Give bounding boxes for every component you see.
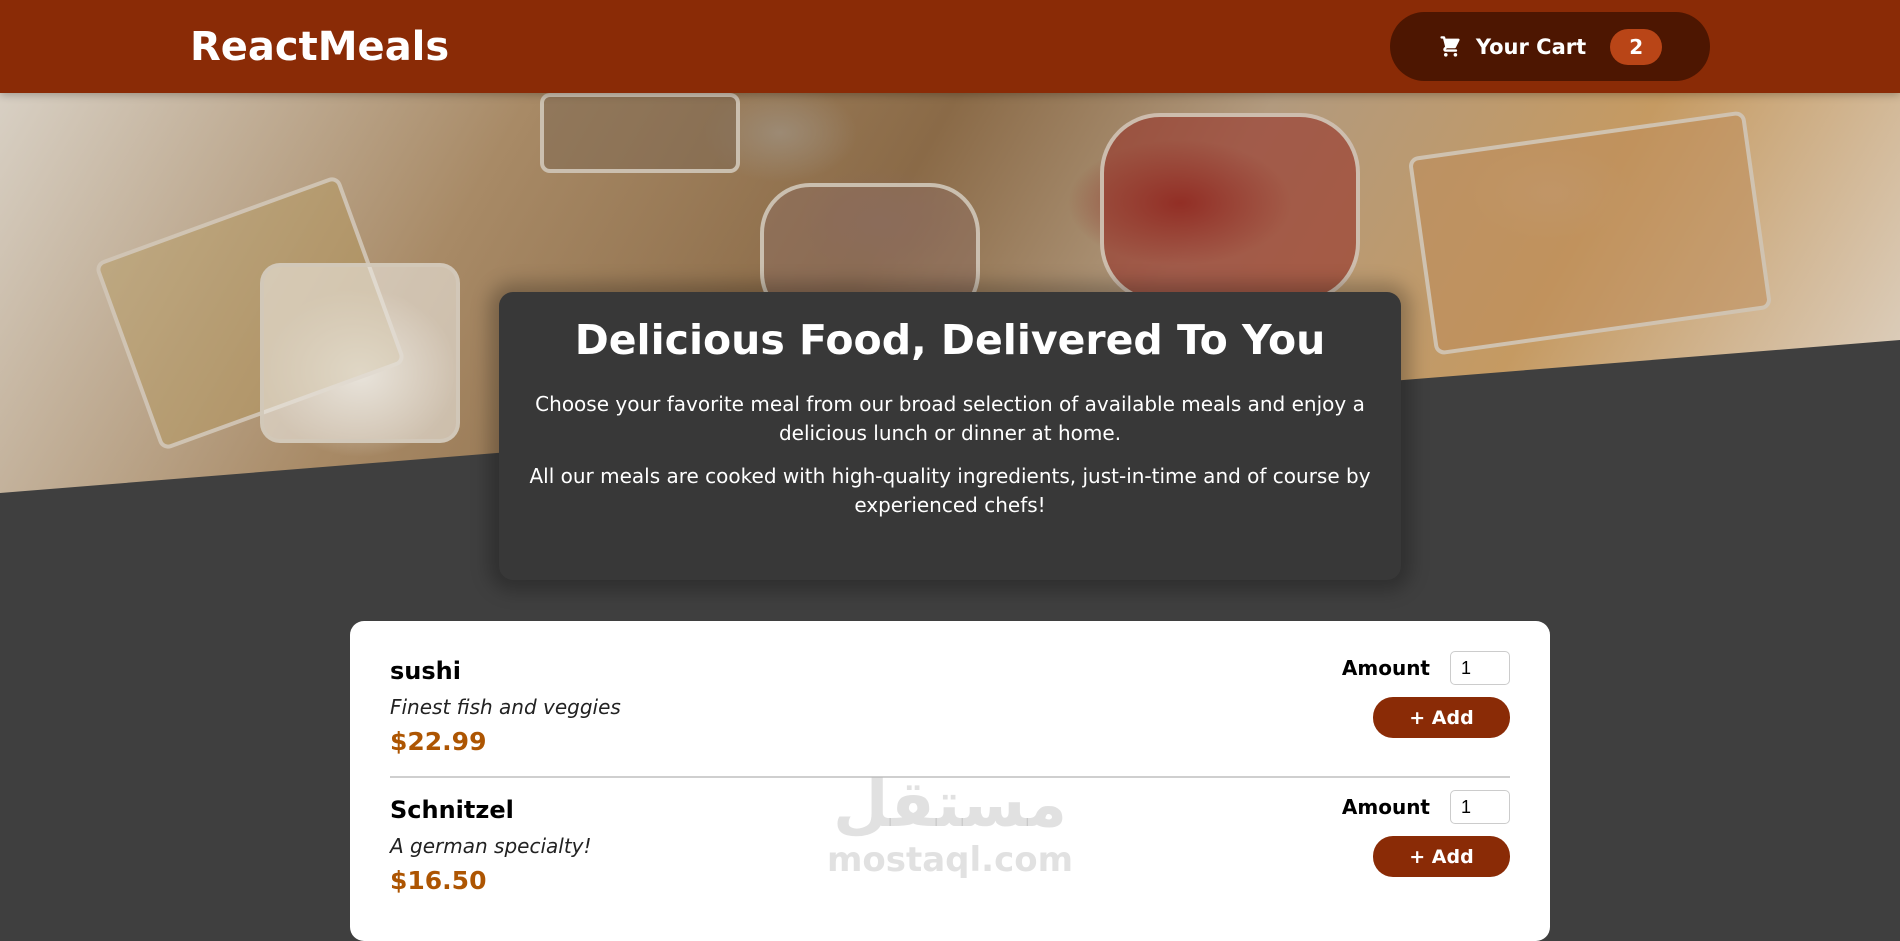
amount-label: Amount [1341, 656, 1430, 680]
cart-icon [1438, 35, 1462, 59]
meal-price: $16.50 [390, 866, 487, 895]
hero-tray-decoration [1100, 113, 1360, 303]
cart-button[interactable]: Your Cart 2 [1390, 12, 1710, 81]
amount-input[interactable] [1450, 790, 1510, 824]
meal-info: Schnitzel A german specialty! $16.50 [390, 790, 592, 895]
hero-tray-decoration [260, 263, 460, 443]
hero-tray-decoration [1407, 110, 1773, 356]
app-header: ReactMeals Your Cart 2 [0, 0, 1900, 93]
meal-item: sushi Finest fish and veggies $22.99 Amo… [390, 639, 1510, 778]
brand-title: ReactMeals [190, 23, 450, 70]
amount-label: Amount [1341, 795, 1430, 819]
meal-add-form: Amount + Add [1342, 790, 1510, 895]
amount-row: Amount [1342, 651, 1510, 685]
cart-count-badge: 2 [1610, 28, 1663, 65]
hero-tray-decoration [540, 93, 740, 173]
summary-paragraph-1: Choose your favorite meal from our broad… [535, 392, 1365, 445]
meal-description: Finest fish and veggies [390, 695, 621, 719]
add-to-cart-button[interactable]: + Add [1373, 697, 1510, 738]
meal-name: sushi [390, 657, 461, 685]
cart-label: Your Cart [1475, 34, 1587, 59]
amount-row: Amount [1342, 790, 1510, 824]
add-to-cart-button[interactable]: + Add [1373, 836, 1510, 877]
meals-list: sushi Finest fish and veggies $22.99 Amo… [350, 621, 1550, 941]
summary-title: Delicious Food, Delivered To You [574, 316, 1326, 364]
summary-paragraph-2: All our meals are cooked with high-quali… [529, 464, 1371, 517]
meal-item: Schnitzel A german specialty! $16.50 Amo… [390, 778, 1510, 915]
meal-info: sushi Finest fish and veggies $22.99 [390, 651, 621, 756]
amount-input[interactable] [1450, 651, 1510, 685]
summary-card: Delicious Food, Delivered To You Choose … [499, 292, 1401, 580]
meal-add-form: Amount + Add [1342, 651, 1510, 756]
meal-description: A german specialty! [390, 834, 592, 858]
meal-name: Schnitzel [390, 796, 514, 824]
meal-price: $22.99 [390, 727, 487, 756]
